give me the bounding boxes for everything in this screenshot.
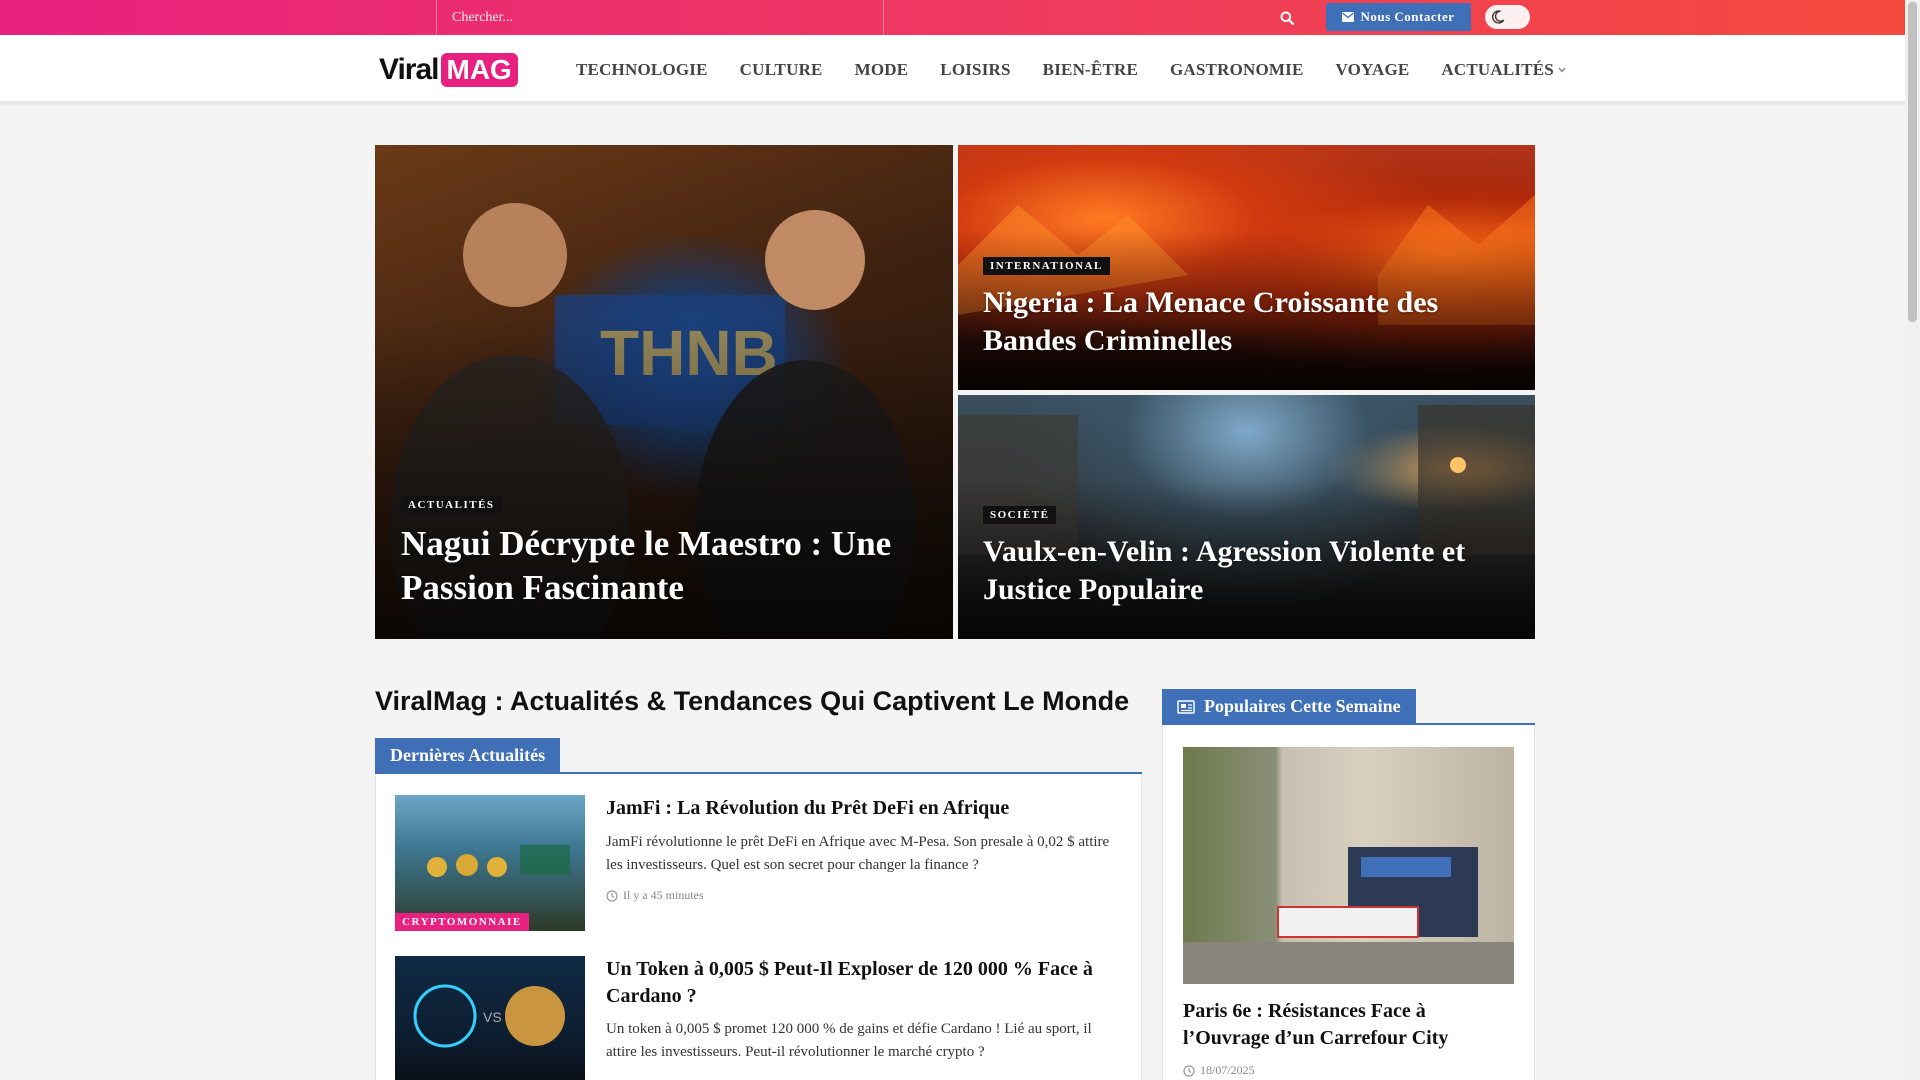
nav-label: BIEN-ÊTRE: [1042, 60, 1138, 79]
clock-icon: [606, 889, 618, 902]
popular-heading-label: Populaires Cette Semaine: [1204, 696, 1401, 716]
nav-item-gastronomie[interactable]: GASTRONOMIE: [1154, 60, 1320, 80]
latest-news-heading: Dernières Actualités: [375, 738, 561, 773]
popular-post-meta: 18/07/2025: [1183, 1063, 1255, 1078]
search-icon: [1280, 11, 1294, 25]
site-logo[interactable]: Viral MAG: [379, 51, 518, 89]
nav-item-actualites[interactable]: ACTUALITÉS: [1425, 60, 1582, 80]
hero-title[interactable]: Vaulx-en-Velin : Agression Violente et J…: [983, 533, 1503, 608]
contact-label: Nous Contacter: [1360, 9, 1455, 24]
top-bar: Nous Contacter: [0, 0, 1920, 35]
nav-label: ACTUALITÉS: [1441, 60, 1554, 79]
hero-side-post[interactable]: INTERNATIONAL Nigeria : La Menace Croiss…: [958, 145, 1535, 390]
search-input[interactable]: [437, 0, 817, 35]
popular-post-title[interactable]: Paris 6e : Résistances Face à l’Ouvrage …: [1183, 998, 1514, 1052]
post-title[interactable]: JamFi : La Révolution du Prêt DeFi en Af…: [606, 795, 1116, 822]
logo-viral: Viral: [379, 53, 439, 86]
nav-label: LOISIRS: [940, 60, 1011, 79]
hero-category[interactable]: SOCIÉTÉ: [983, 506, 1057, 524]
nav-item-loisirs[interactable]: LOISIRS: [924, 60, 1026, 80]
chevron-down-icon: [1558, 67, 1566, 73]
nav-item-mode[interactable]: MODE: [839, 60, 925, 80]
nav-item-technologie[interactable]: TECHNOLOGIE: [560, 60, 724, 80]
post-category[interactable]: CRYPTOMONNAIE: [395, 913, 529, 931]
nav-item-culture[interactable]: CULTURE: [724, 60, 839, 80]
nav-label: GASTRONOMIE: [1170, 60, 1304, 79]
nav-label: TECHNOLOGIE: [576, 60, 708, 79]
hero-featured-post[interactable]: THNB ACTUALITÉS Nagui Décrypte le Maestr…: [375, 145, 953, 639]
newspaper-icon: [1177, 699, 1195, 714]
hero-side-post[interactable]: SOCIÉTÉ Vaulx-en-Velin : Agression Viole…: [958, 395, 1535, 639]
page-title: ViralMag : Actualités & Tendances Qui Ca…: [375, 686, 1130, 716]
dark-mode-toggle[interactable]: [1485, 5, 1530, 29]
moon-icon: [1491, 10, 1505, 24]
post-image: VS: [413, 984, 565, 1048]
post-excerpt: JamFi révolutionne le prêt DeFi en Afriq…: [606, 834, 1110, 873]
post-thumbnail[interactable]: CRYPTOMONNAIE: [395, 795, 585, 931]
scrollbar-thumb[interactable]: [1908, 2, 1917, 322]
main-menu: TECHNOLOGIE CULTURE MODE LOISIRS BIEN-ÊT…: [560, 35, 1582, 105]
post-excerpt: Un token à 0,005 $ promet 120 000 % de g…: [606, 1021, 1092, 1060]
post-time: Il y a 45 minutes: [623, 888, 704, 902]
svg-text:VS: VS: [483, 1009, 502, 1025]
main-navbar: Viral MAG TECHNOLOGIE CULTURE MODE LOISI…: [0, 35, 1905, 105]
post-thumbnail[interactable]: VS: [395, 956, 585, 1080]
search-form: [436, 0, 1294, 35]
popular-post-thumbnail[interactable]: [1183, 747, 1514, 984]
hero-title[interactable]: Nagui Décrypte le Maestro : Une Passion …: [401, 522, 921, 610]
envelope-icon: [1342, 12, 1355, 22]
clock-icon: [1183, 1064, 1195, 1077]
page-scrollbar[interactable]: [1905, 0, 1920, 1080]
post-meta: Il y a 45 minutes: [606, 888, 704, 903]
popular-post-date: 18/07/2025: [1200, 1063, 1255, 1077]
list-item: CRYPTOMONNAIE JamFi : La Révolution du P…: [395, 795, 1120, 935]
hero-title[interactable]: Nigeria : La Menace Croissante des Bande…: [983, 284, 1503, 359]
post-title[interactable]: Un Token à 0,005 $ Peut-Il Exploser de 1…: [606, 956, 1116, 1010]
search-button[interactable]: [1267, 0, 1307, 35]
nav-label: VOYAGE: [1335, 60, 1410, 79]
toggle-knob: [1489, 8, 1507, 26]
popular-post-image: [1183, 847, 1514, 984]
list-item: VS Un Token à 0,005 $ Peut-Il Exploser d…: [395, 956, 1120, 1080]
hero-category[interactable]: INTERNATIONAL: [983, 257, 1110, 275]
post-image: [427, 845, 570, 877]
nav-item-voyage[interactable]: VOYAGE: [1320, 60, 1426, 80]
nav-label: MODE: [854, 60, 909, 79]
nav-item-bien-etre[interactable]: BIEN-ÊTRE: [1027, 60, 1154, 80]
popular-heading: Populaires Cette Semaine: [1162, 689, 1416, 724]
hero-category[interactable]: ACTUALITÉS: [401, 496, 502, 514]
nav-label: CULTURE: [739, 60, 823, 79]
contact-button[interactable]: Nous Contacter: [1326, 3, 1471, 31]
logo-mag: MAG: [440, 53, 518, 87]
